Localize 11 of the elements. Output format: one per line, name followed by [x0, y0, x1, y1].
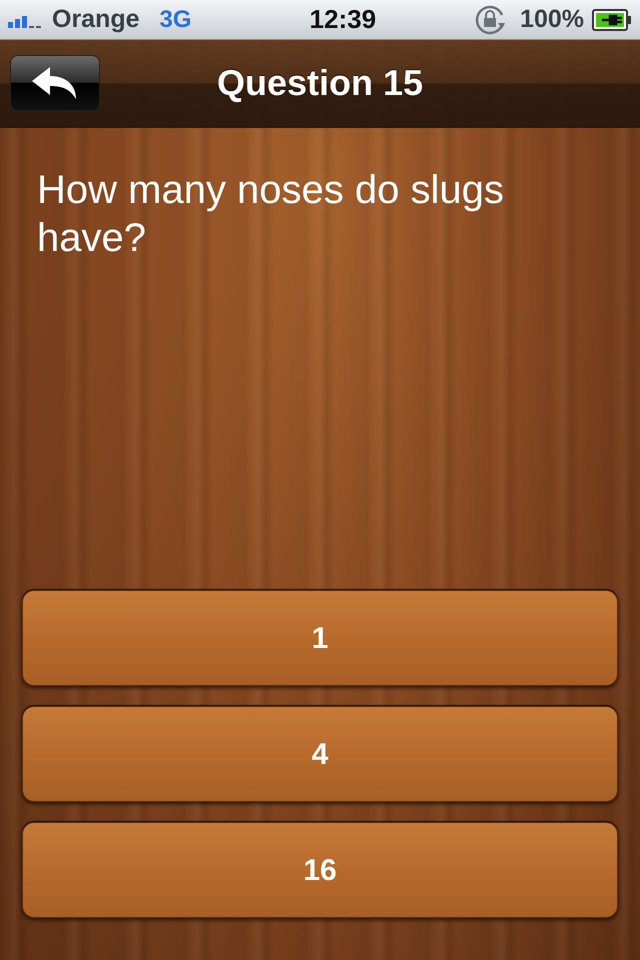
- answer-button[interactable]: 1: [22, 590, 618, 686]
- network-type: 3G: [160, 4, 192, 34]
- carrier-name: Orange: [52, 4, 140, 35]
- back-button[interactable]: [10, 55, 100, 111]
- question-text: How many noses do slugs have?: [37, 167, 505, 262]
- answer-button[interactable]: 4: [22, 706, 618, 802]
- clock-time: 12:39: [310, 3, 376, 36]
- screen-title: Question 15: [216, 61, 424, 105]
- battery-charging-icon: [592, 8, 632, 30]
- answer-button[interactable]: 16: [22, 822, 618, 918]
- battery-percent: 100%: [520, 4, 584, 35]
